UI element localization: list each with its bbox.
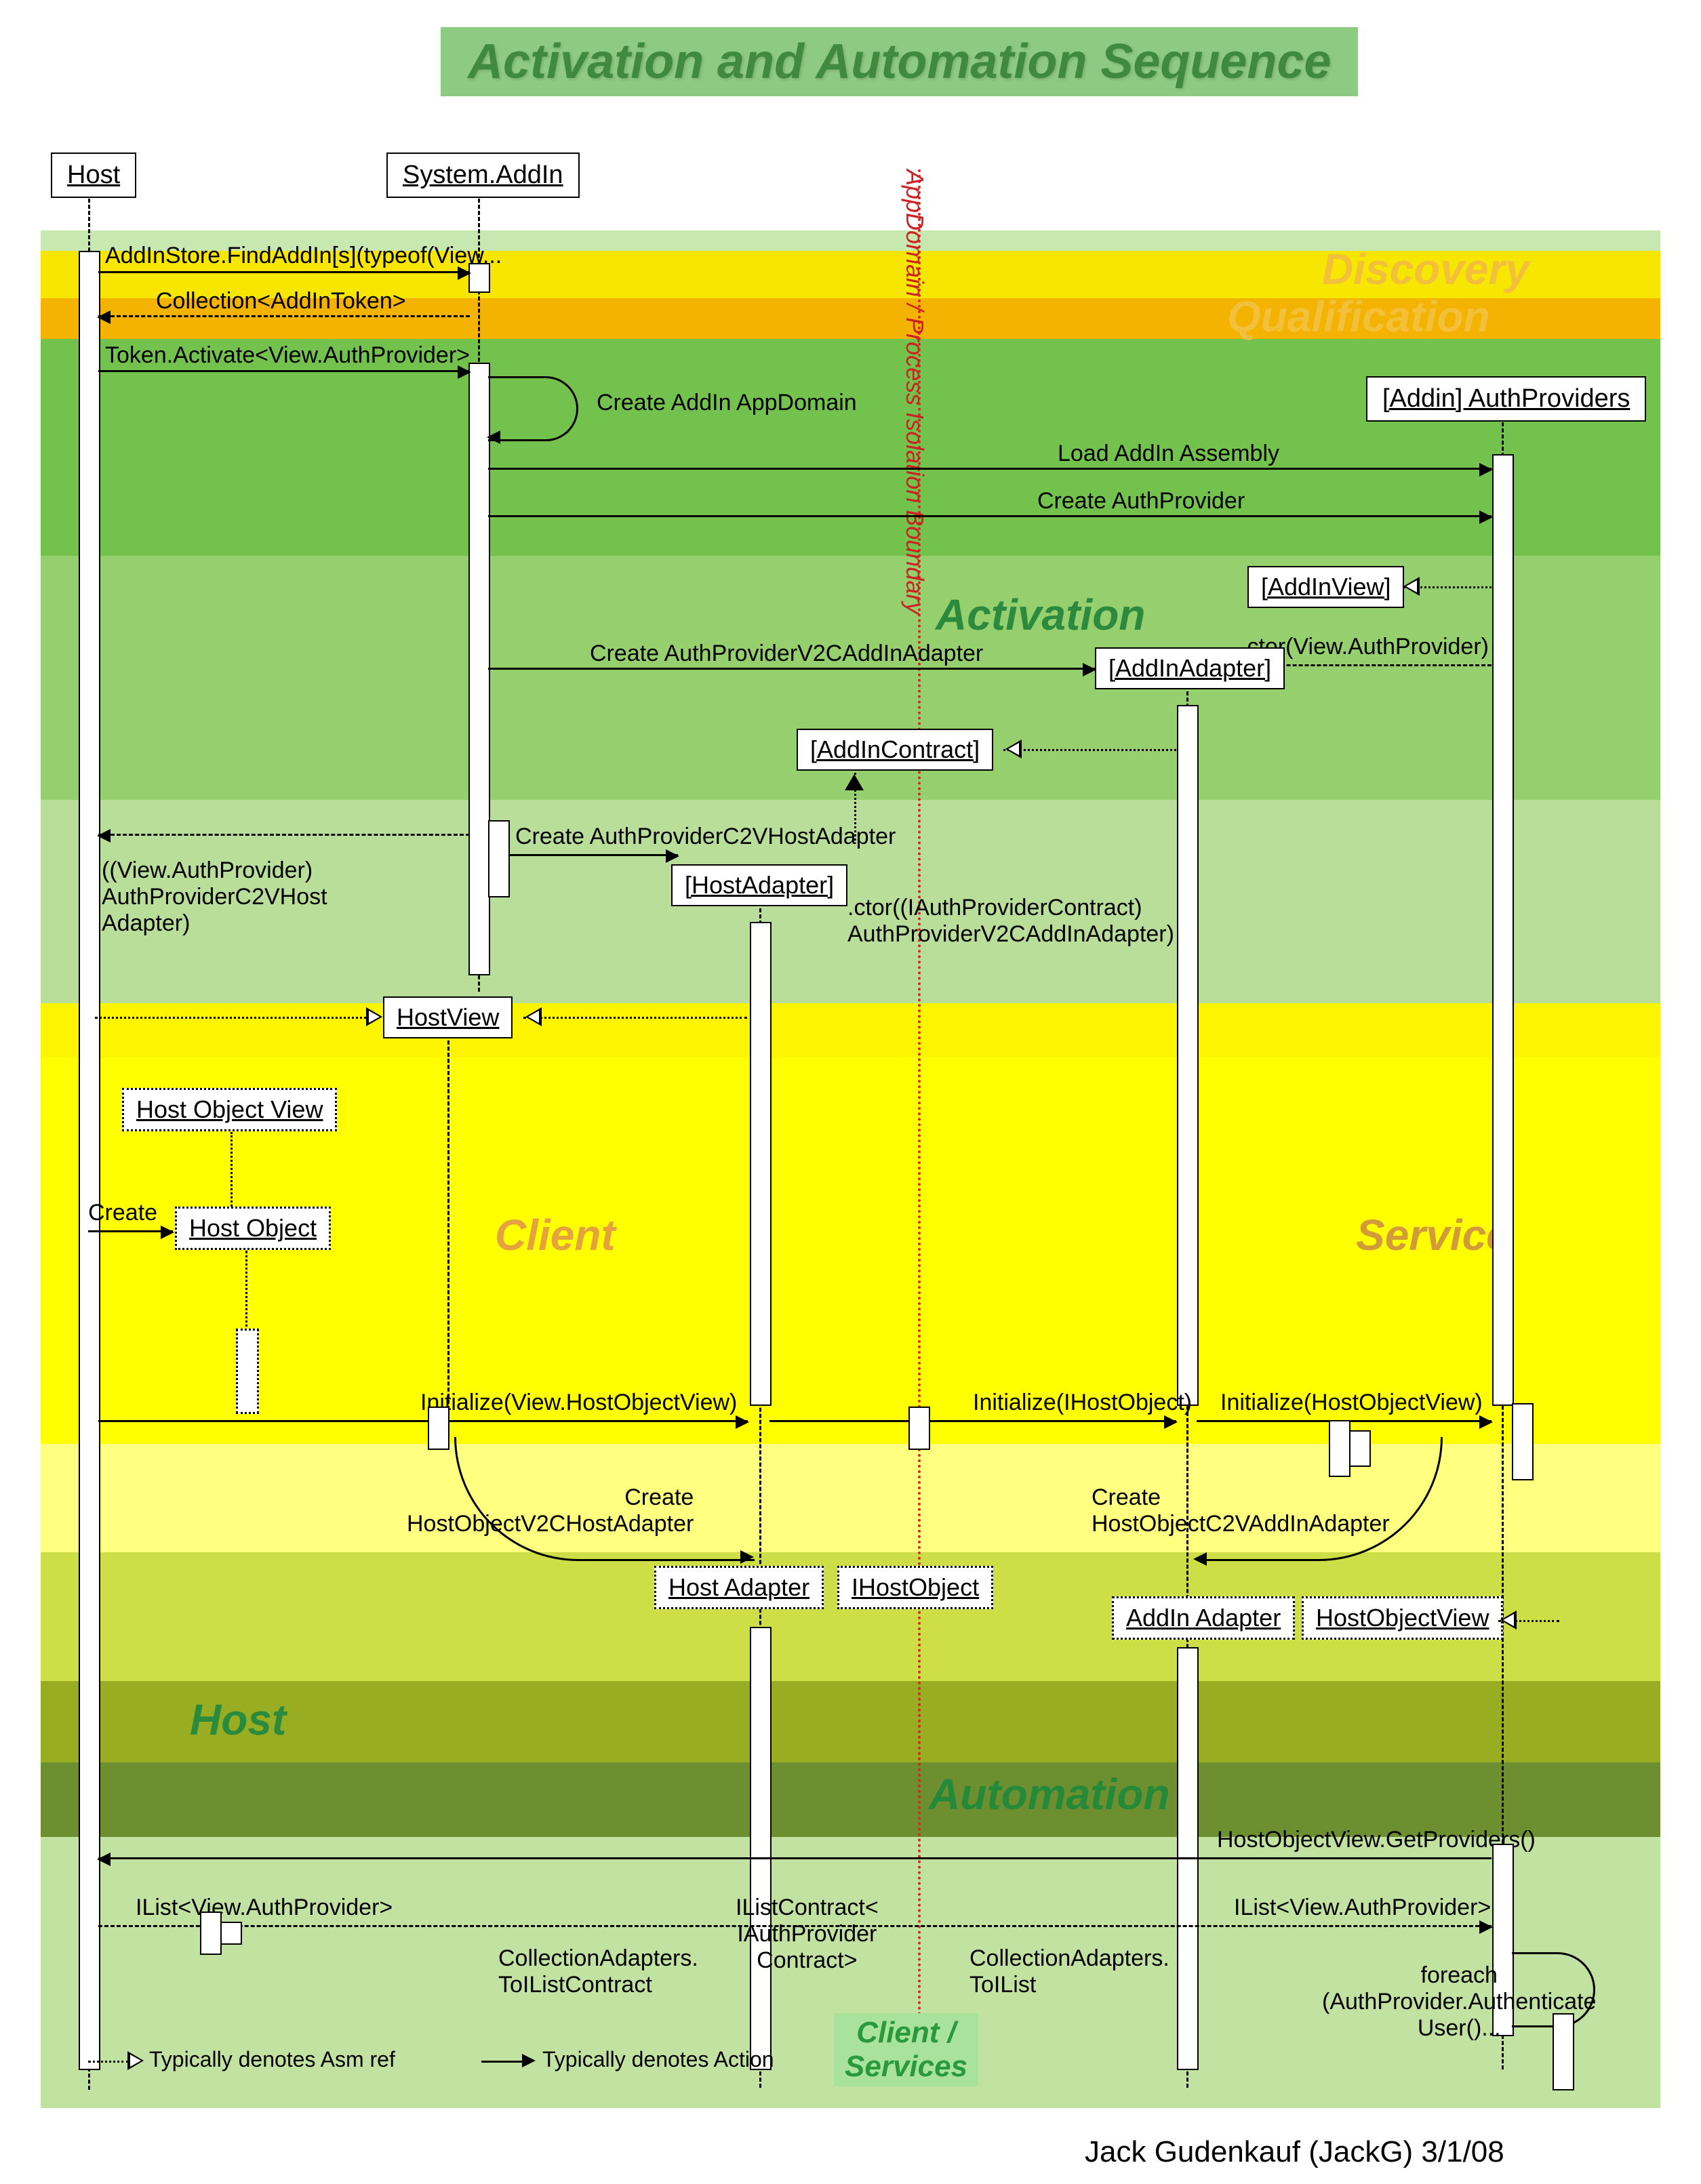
legend-dotted bbox=[88, 2061, 129, 2063]
legend-asm-ref: Typically denotes Asm ref bbox=[149, 2047, 395, 2072]
msg-ilist-right: IList<View.AuthProvider> bbox=[1234, 1895, 1491, 1921]
band-automation bbox=[41, 1762, 1660, 1837]
arrow-create-c2v bbox=[508, 854, 678, 856]
obj-host-adapter: [HostAdapter] bbox=[671, 864, 847, 906]
msg-ilist-left: IList<View.AuthProvider> bbox=[136, 1895, 393, 1921]
legend-solid bbox=[481, 2061, 522, 2063]
act-hv-init bbox=[428, 1407, 449, 1450]
msg-create-label: Create bbox=[88, 1200, 157, 1226]
arrow-init-view-hov bbox=[98, 1420, 748, 1422]
diagram-canvas: Activation and Automation Sequence AppDo… bbox=[0, 0, 1701, 2184]
obj-host-object-view: Host Object View bbox=[122, 1088, 337, 1131]
arrow-getproviders bbox=[98, 1857, 1492, 1859]
arrow-load-assembly bbox=[488, 468, 1492, 470]
band-y1 bbox=[41, 1003, 1660, 1057]
legend-dotted-tri bbox=[127, 2051, 144, 2070]
act-ha-bottom bbox=[750, 1627, 772, 2070]
obj-host-view: HostView bbox=[383, 996, 513, 1038]
page-title: Activation and Automation Sequence bbox=[441, 27, 1358, 96]
hov-vline bbox=[231, 1132, 233, 1207]
activation-authprov bbox=[1492, 454, 1514, 1406]
arrow-create-host-object bbox=[88, 1230, 173, 1232]
msg-load-assembly: Load AddIn Assembly bbox=[1058, 441, 1279, 467]
arrow-collection-token bbox=[98, 315, 470, 317]
arc-hoc2v-arrow bbox=[1193, 1552, 1207, 1566]
act-boundary-init bbox=[908, 1407, 930, 1450]
msg-ctor-iauth: .ctor((IAuthProviderContract) AuthProvid… bbox=[847, 895, 1174, 948]
obj-addin-adapter: [AddInAdapter] bbox=[1095, 647, 1285, 689]
arrow-create-authprovider bbox=[488, 515, 1492, 517]
lifeline-hostview bbox=[447, 1040, 449, 1410]
msg-ilistcontract: IListContract< IAuthProvider Contract> bbox=[736, 1895, 879, 1974]
lifeline-host: Host bbox=[51, 153, 136, 198]
label-client: Client bbox=[495, 1210, 616, 1260]
obj-ihost-object: IHostObject bbox=[837, 1566, 993, 1609]
activation-host bbox=[79, 251, 100, 2070]
msg-getproviders: HostObjectView.GetProviders() bbox=[1217, 1827, 1536, 1853]
dotted-host-hostview bbox=[95, 1017, 380, 1019]
obj-addin-adapter2: AddIn Adapter bbox=[1112, 1596, 1295, 1640]
dotted-contract-adapter bbox=[1003, 749, 1176, 751]
lifeline-auth-providers: [Addin] AuthProviders bbox=[1366, 376, 1646, 422]
msg-init-ihost: Initialize(IHostObject) bbox=[973, 1390, 1192, 1416]
legend-solid-arrow bbox=[522, 2054, 536, 2067]
act-ret-1b bbox=[220, 1922, 242, 1945]
obj-addin-view: [AddInView] bbox=[1247, 566, 1404, 608]
label-service: Service bbox=[1356, 1210, 1510, 1260]
activation-authprov-inner bbox=[1512, 1403, 1534, 1480]
msg-collection-token: Collection<AddInToken> bbox=[156, 288, 406, 315]
tri-ha-contract bbox=[845, 774, 864, 790]
label-qualification: Qualification bbox=[1227, 291, 1490, 342]
lifeline-system-addin: System.AddIn bbox=[386, 153, 580, 198]
ho-activation bbox=[236, 1329, 259, 1414]
arrow-return-view-auth bbox=[98, 834, 470, 836]
arrow-create-v2c bbox=[488, 668, 1095, 670]
act-ret-1 bbox=[200, 1912, 222, 1955]
msg-token-activate: Token.Activate<View.AuthProvider> bbox=[105, 342, 470, 369]
credit: Jack Gudenkauf (JackG) 3/1/08 bbox=[1085, 2135, 1504, 2169]
tri-hov2 bbox=[1500, 1611, 1517, 1630]
tri-contract bbox=[1005, 740, 1022, 759]
tri-hostview-l bbox=[366, 1007, 382, 1026]
msg-toilist-contract: CollectionAdapters. ToIListContract bbox=[498, 1945, 698, 1998]
tri-addinview bbox=[1403, 577, 1420, 596]
label-automation: Automation bbox=[929, 1769, 1170, 1819]
msg-create-authprovider: Create AuthProvider bbox=[1037, 488, 1245, 514]
dotted-hostview-ha bbox=[523, 1017, 747, 1019]
obj-host-object-view2: HostObjectView bbox=[1302, 1596, 1503, 1640]
msg-create-appdomain: Create AddIn AppDomain bbox=[597, 390, 857, 416]
obj-host-object: Host Object bbox=[175, 1207, 331, 1250]
label-host: Host bbox=[190, 1695, 286, 1745]
isolation-boundary-label: AppDomain / Process Isolation Boundary bbox=[900, 169, 929, 614]
obj-addin-contract: [AddInContract] bbox=[797, 729, 993, 771]
tri-hostview-r bbox=[525, 1007, 542, 1026]
msg-create-v2c: Create AuthProviderV2CAddInAdapter bbox=[590, 641, 983, 667]
msg-view-auth-c2v: ((View.AuthProvider) AuthProviderC2VHost… bbox=[102, 857, 327, 937]
msg-init-hov: Initialize(HostObjectView) bbox=[1220, 1390, 1483, 1416]
arrow-find-addins bbox=[98, 271, 470, 273]
legend-action: Typically denotes Action bbox=[542, 2047, 774, 2072]
arrow-token-activate bbox=[98, 370, 470, 372]
selfloop-appdomain bbox=[488, 376, 578, 441]
obj-host-adapter2: Host Adapter bbox=[654, 1566, 824, 1609]
msg-create-c2v: Create AuthProviderC2VHostAdapter bbox=[515, 824, 896, 850]
msg-toilist: CollectionAdapters. ToIList bbox=[969, 1945, 1169, 1998]
activation-host-adapter bbox=[750, 922, 772, 1406]
msg-init-view-hov: Initialize(View.HostObjectView) bbox=[420, 1390, 737, 1416]
label-client-services: Client / Services bbox=[834, 2013, 978, 2086]
activation-sys-2 bbox=[468, 363, 490, 975]
label-activation: Activation bbox=[936, 590, 1145, 640]
label-discovery: Discovery bbox=[1322, 244, 1529, 294]
activation-addin-adapter bbox=[1177, 705, 1199, 1406]
activation-sys-2b bbox=[488, 820, 510, 897]
arrow-init-ihost bbox=[769, 1420, 1176, 1422]
arc-hov2c-arrow bbox=[740, 1550, 754, 1564]
act-foreach bbox=[1553, 2013, 1574, 2090]
msg-find-addins: AddInStore.FindAddIn[s](typeof(View... bbox=[105, 243, 502, 269]
